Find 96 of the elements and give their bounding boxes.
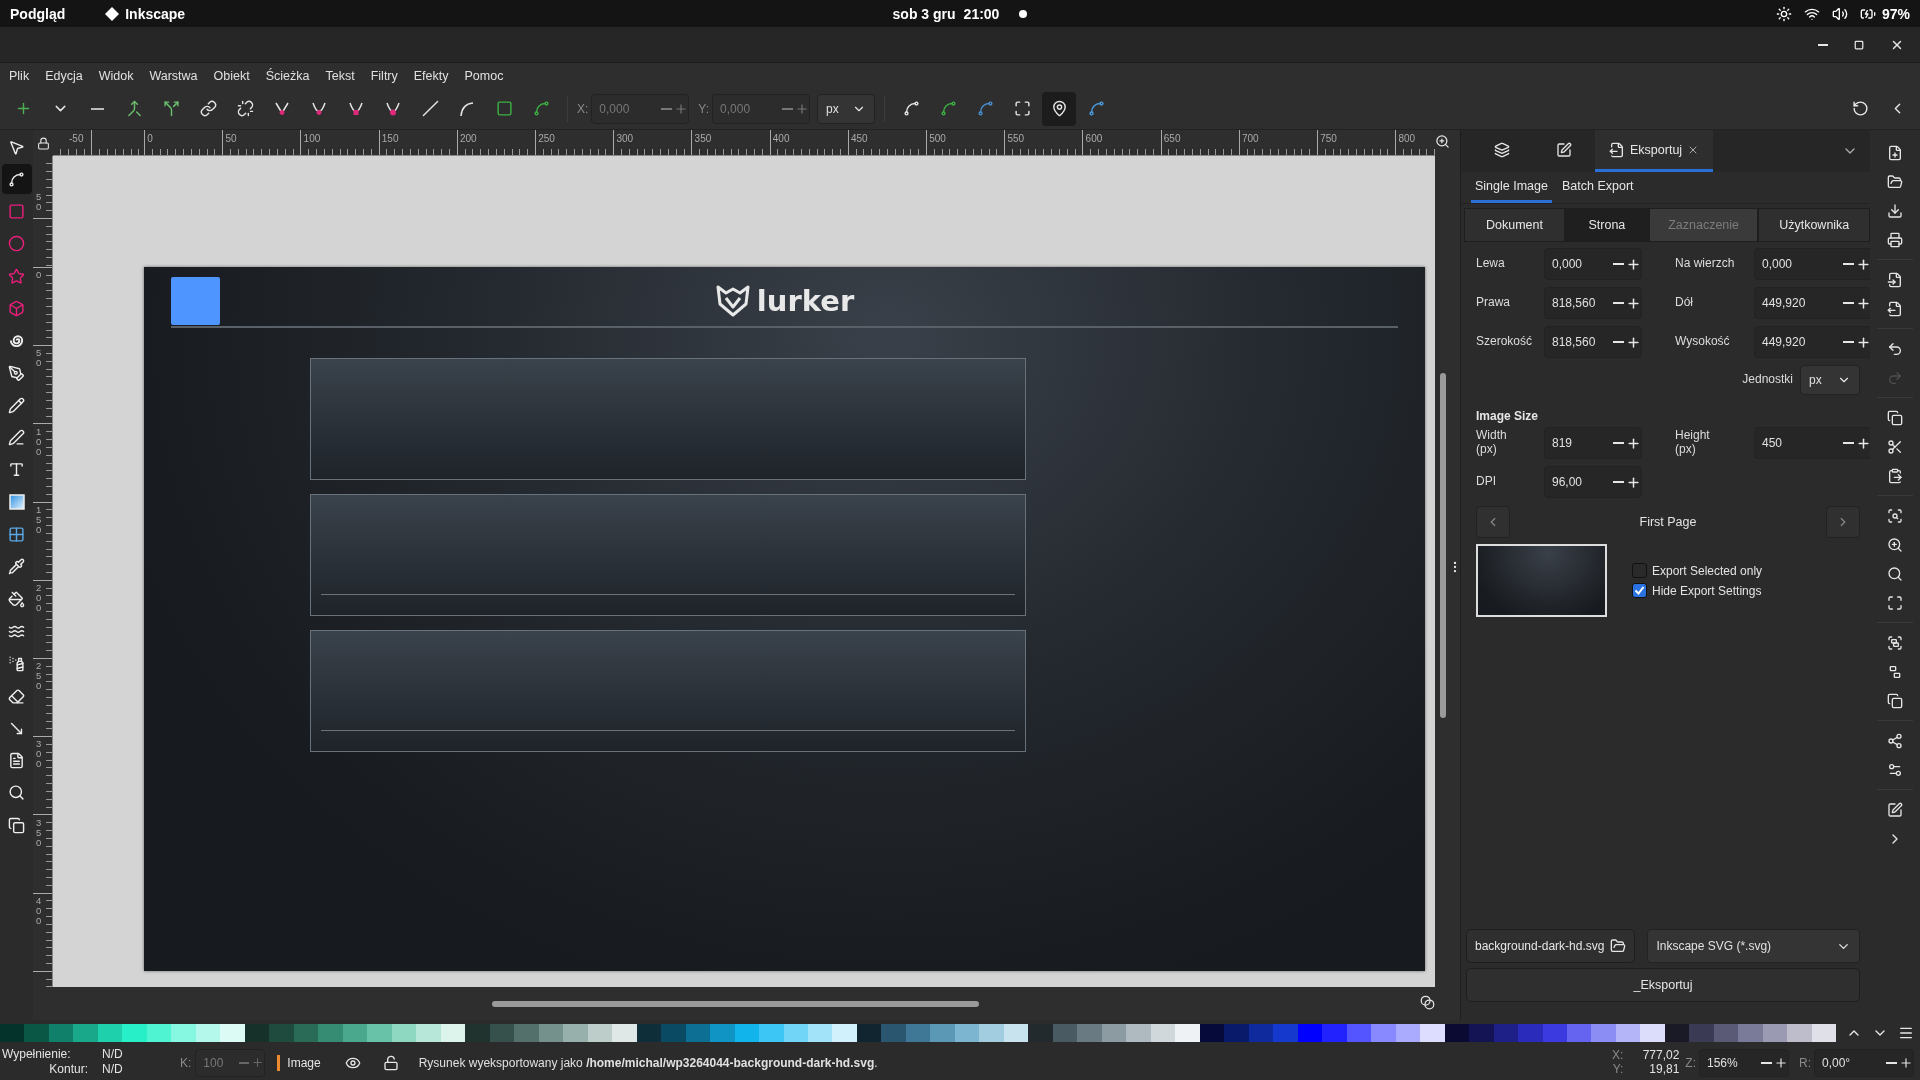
field-label: Na wierzch [1674, 257, 1736, 271]
field-label: Dół [1674, 296, 1694, 310]
number-field[interactable]: 0,000 [1544, 248, 1642, 280]
menu-item[interactable]: Filtry [362, 63, 406, 88]
area-toggle[interactable]: Dokument [1464, 208, 1566, 242]
ruler-label: 300 [36, 739, 42, 770]
ruler-label: 300 [616, 133, 634, 144]
y-label: Y: [698, 101, 710, 116]
ruler-label: 150 [36, 504, 42, 535]
field-label: DPI [1476, 475, 1497, 489]
battery-percent: 97% [1881, 5, 1910, 22]
units-label: Jednostki [1742, 373, 1793, 387]
ruler-label: 500 [929, 133, 946, 144]
activities-label[interactable]: Podgląd [10, 5, 66, 22]
menu-item[interactable]: Plik [1, 63, 38, 88]
menu-item[interactable]: Efekty [405, 63, 457, 88]
ruler-label: 50 [225, 133, 237, 144]
zoom-field[interactable]: 156% [1699, 1048, 1789, 1077]
ruler-label: 50 [36, 348, 42, 369]
ruler-label: 0 [147, 133, 153, 144]
ruler-label: -50 [69, 133, 84, 144]
field-label: Lewa [1476, 257, 1506, 271]
logo-text: lurker [756, 284, 855, 318]
number-field[interactable]: 450 [1754, 427, 1872, 459]
number-field[interactable]: 449,920 [1754, 326, 1872, 358]
checkbox-label: Export Selected only [1652, 563, 1763, 578]
ruler-label: 200 [36, 583, 42, 613]
ruler-label: 100 [303, 133, 321, 144]
ruler-label: 350 [36, 817, 42, 848]
page-name: First Page [1639, 515, 1697, 529]
x-label: X: [577, 101, 589, 116]
cursor-x: 777,02 [1641, 1048, 1680, 1063]
checkbox-label: Hide Export Settings [1652, 583, 1762, 598]
format-dropdown[interactable]: Inkscape SVG (*.svg) [1647, 929, 1860, 963]
menu-item[interactable]: Obiekt [205, 63, 258, 88]
stroke-label: Kontur: [48, 1063, 89, 1077]
menu-item[interactable]: Pomoc [456, 63, 512, 88]
number-field[interactable]: 449,920 [1754, 287, 1872, 319]
menu-item[interactable]: Warstwa [141, 63, 206, 88]
opacity-label: K: [180, 1055, 192, 1070]
ruler-label: 50 [36, 192, 42, 212]
ruler-label: 800 [1398, 133, 1416, 144]
ruler-label: 750 [1320, 133, 1337, 144]
field-label: Width (px) [1476, 429, 1508, 457]
units-dropdown[interactable]: px [1800, 365, 1860, 395]
canvas[interactable]: lurker [53, 156, 1435, 987]
rotation-label: R: [1799, 1055, 1811, 1070]
zoom-label: Z: [1685, 1055, 1696, 1070]
number-field[interactable]: 818,560 [1544, 326, 1642, 358]
number-field[interactable]: 96,00 [1544, 466, 1642, 498]
status-message: Rysunek wyeksportowany jako /home/michal/wp3264044-background-dark-hd.svg. [418, 1055, 878, 1070]
ruler-label: 0 [36, 270, 42, 281]
layer-name[interactable]: Image [287, 1055, 321, 1070]
date-label: sob 3 gru [892, 5, 956, 22]
area-toggle[interactable]: Użytkownika [1758, 208, 1870, 242]
ruler-label: 400 [36, 895, 42, 926]
x-label: X: [1611, 1048, 1624, 1063]
ruler-label: 600 [1085, 133, 1103, 144]
filename-button[interactable]: background-dark-hd.svg [1466, 929, 1636, 963]
number-field[interactable]: 819 [1544, 427, 1642, 459]
mode-tab[interactable]: Batch Export [1557, 172, 1638, 203]
ruler-label: 350 [694, 133, 712, 144]
ruler-label: 450 [851, 133, 868, 144]
ruler-label: 400 [772, 133, 790, 144]
ruler-label: 550 [1007, 133, 1025, 144]
field-label: Height (px) [1674, 429, 1711, 457]
export-button[interactable]: _Eksportuj [1466, 968, 1860, 1002]
cursor-y: 19,81 [1648, 1062, 1680, 1077]
app-name[interactable]: Inkscape [125, 5, 186, 22]
menu-item[interactable]: Edycja [37, 63, 91, 88]
section-heading: Image Size [1475, 408, 1540, 425]
unit-dropdown[interactable]: px [817, 93, 876, 124]
field-label: Prawa [1476, 296, 1511, 310]
menu-item[interactable]: Widok [90, 63, 142, 88]
field-label: Szerokość [1476, 335, 1534, 349]
number-field[interactable]: 0,000 [1754, 248, 1872, 280]
menu-item[interactable]: Tekst [317, 63, 363, 88]
stroke-value: N/D [102, 1063, 124, 1077]
ruler-label: 150 [381, 133, 399, 144]
number-field[interactable]: 818,560 [1544, 287, 1642, 319]
ruler-label: 250 [538, 133, 555, 144]
time-label: 21:00 [963, 5, 1000, 22]
area-toggle[interactable]: Strona [1565, 208, 1649, 242]
dock-tab[interactable]: Eksportuj [1595, 130, 1714, 172]
rotation-field[interactable]: 0,00° [1814, 1048, 1914, 1077]
fill-label: Wypełnienie: [2, 1048, 72, 1062]
fill-value: N/D [102, 1048, 124, 1062]
ruler-label: 250 [36, 661, 42, 692]
field-label: Wysokość [1674, 335, 1731, 349]
ruler-label: 650 [1163, 133, 1181, 144]
ruler-label: 200 [460, 133, 477, 144]
y-label: Y: [1611, 1062, 1624, 1077]
mode-tab[interactable]: Single Image [1471, 172, 1552, 203]
ruler-label: 700 [1242, 133, 1259, 144]
ruler-label: 100 [36, 426, 42, 457]
menu-item[interactable]: Ścieżka [257, 63, 318, 88]
